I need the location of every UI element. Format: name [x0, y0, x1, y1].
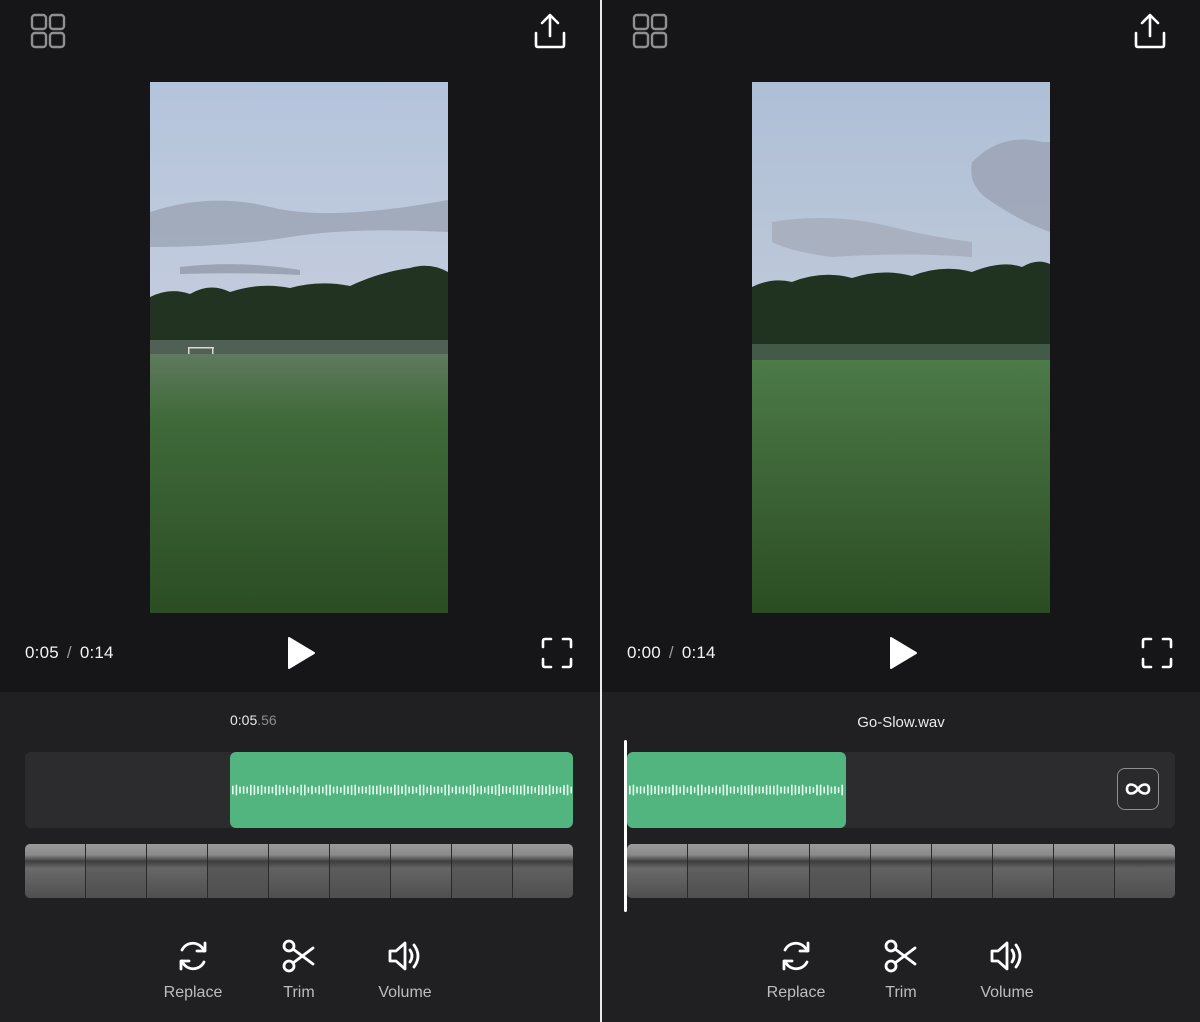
audio-clip[interactable] [627, 752, 846, 828]
trim-button[interactable]: Trim [856, 938, 946, 1002]
fullscreen-icon[interactable] [1141, 637, 1173, 669]
total-time: 0:14 [681, 643, 716, 662]
speaker-icon [388, 941, 420, 971]
scissors-icon [884, 939, 917, 973]
fullscreen-icon[interactable] [541, 637, 573, 669]
audio-editor: 0:05.56 Replace Trim Volume [0, 692, 600, 1022]
filmstrip-frame [147, 844, 208, 898]
filmstrip-frame [932, 844, 993, 898]
filmstrip-frame [452, 844, 513, 898]
playhead[interactable] [624, 740, 627, 912]
filmstrip-frame [269, 844, 330, 898]
audio-file-name: Go-Slow.wav [857, 714, 945, 731]
filmstrip-frame [1115, 844, 1175, 898]
playhead-timestamp: 0:05.56 [230, 712, 277, 728]
scissors-icon [282, 939, 315, 973]
current-time: 0:00 [627, 643, 661, 662]
editor-screen-left: 0:05 / 0:14 0:05.56 Replace Trim Volume [0, 0, 600, 1022]
playback-time: 0:05 / 0:14 [25, 643, 114, 663]
play-icon[interactable] [888, 636, 918, 670]
video-preview[interactable] [752, 82, 1050, 613]
filmstrip-frame [688, 844, 749, 898]
trim-button[interactable]: Trim [254, 938, 344, 1002]
filmstrip-frame [810, 844, 871, 898]
filmstrip-frame [749, 844, 810, 898]
editor-screen-right: 0:00 / 0:14 Go-Slow.wav Replace Trim Volum… [602, 0, 1200, 1022]
volume-label: Volume [378, 984, 432, 1001]
total-time: 0:14 [79, 643, 114, 662]
time-separator: / [668, 643, 674, 662]
replace-button[interactable]: Replace [148, 938, 238, 1002]
video-filmstrip[interactable] [627, 844, 1175, 898]
filmstrip-frame [208, 844, 269, 898]
grid-icon[interactable] [28, 12, 68, 52]
filmstrip-frame [86, 844, 147, 898]
playback-time: 0:00 / 0:14 [627, 643, 716, 663]
play-icon[interactable] [286, 636, 316, 670]
audio-editor: Go-Slow.wav Replace Trim Volume [602, 692, 1200, 1022]
infinity-icon [1125, 783, 1151, 795]
filmstrip-frame [1054, 844, 1115, 898]
filmstrip-frame [25, 844, 86, 898]
replace-icon [782, 941, 810, 971]
trim-label: Trim [885, 984, 917, 1001]
filmstrip-frame [391, 844, 452, 898]
filmstrip-frame [627, 844, 688, 898]
filmstrip-frame [513, 844, 573, 898]
replace-label: Replace [163, 984, 223, 1001]
loop-button[interactable] [1117, 768, 1159, 810]
audio-track[interactable] [627, 752, 1175, 828]
volume-label: Volume [980, 984, 1034, 1001]
grid-icon[interactable] [630, 12, 670, 52]
filmstrip-frame [993, 844, 1054, 898]
volume-button[interactable]: Volume [360, 938, 450, 1002]
waveform [629, 784, 843, 796]
audio-track[interactable] [25, 752, 573, 828]
waveform [232, 784, 572, 796]
speaker-icon [990, 941, 1022, 971]
filmstrip-frame [871, 844, 932, 898]
share-icon[interactable] [530, 12, 570, 52]
time-separator: / [66, 643, 72, 662]
share-icon[interactable] [1130, 12, 1170, 52]
current-time: 0:05 [25, 643, 59, 662]
trim-label: Trim [283, 984, 315, 1001]
replace-icon [179, 941, 207, 971]
replace-button[interactable]: Replace [751, 938, 841, 1002]
audio-clip[interactable] [230, 752, 573, 828]
video-preview[interactable] [150, 82, 448, 613]
replace-label: Replace [766, 984, 826, 1001]
volume-button[interactable]: Volume [962, 938, 1052, 1002]
filmstrip-frame [330, 844, 391, 898]
video-filmstrip[interactable] [25, 844, 573, 898]
